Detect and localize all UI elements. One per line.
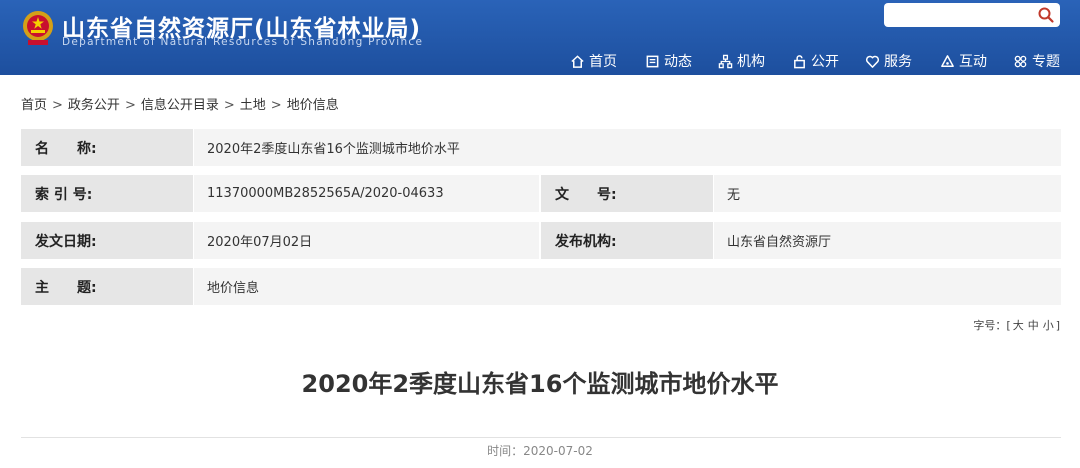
breadcrumb-home[interactable]: 首页: [21, 98, 47, 113]
breadcrumb-land[interactable]: 土地: [240, 98, 266, 113]
organization-icon: [718, 54, 733, 68]
font-size-switcher: 字号：[大中小]: [973, 317, 1060, 333]
name-value: 2020年2季度山东省16个监测城市地价水平: [194, 129, 1061, 166]
search-icon[interactable]: [1037, 6, 1055, 24]
nav-label: 动态: [664, 54, 692, 70]
nav-item-news[interactable]: 动态: [645, 50, 692, 72]
font-size-large[interactable]: 大: [1013, 319, 1024, 332]
nav-label: 专题: [1032, 54, 1060, 70]
topic-label: 主 题:: [21, 268, 193, 305]
site-subtitle: Department of Natural Resources of Shand…: [62, 36, 424, 48]
breadcrumb-separator: >: [270, 98, 282, 113]
national-emblem-icon: [23, 11, 53, 45]
breadcrumb-separator: >: [223, 98, 235, 113]
publish-time: 时间：2020-07-02: [0, 442, 1080, 459]
breadcrumb-gov-affairs[interactable]: 政务公开: [68, 98, 120, 113]
search-box: [884, 3, 1060, 27]
site-header: 山东省自然资源厅(山东省林业局) Department of Natural R…: [0, 0, 1080, 75]
main-nav: 首页 动态 机构 公开 服务 互动 专题: [0, 50, 1080, 72]
breadcrumb-catalog[interactable]: 信息公开目录: [141, 98, 219, 113]
info-row-date: 发文日期: 2020年07月02日 发布机构: 山东省自然资源厅: [21, 222, 1061, 259]
interaction-icon: [941, 54, 954, 67]
nav-item-organization[interactable]: 机构: [718, 50, 765, 72]
info-row-index: 索 引 号: 11370000MB2852565A/2020-04633 文 号…: [21, 175, 1061, 212]
search-input[interactable]: [892, 6, 1036, 26]
article-title: 2020年2季度山东省16个监测城市地价水平: [301, 370, 779, 398]
nav-item-home[interactable]: 首页: [570, 50, 617, 72]
docno-label: 文 号:: [541, 175, 713, 212]
index-value: 11370000MB2852565A/2020-04633: [194, 175, 539, 212]
font-size-medium[interactable]: 中: [1028, 319, 1039, 332]
date-label: 发文日期:: [21, 222, 193, 259]
heart-icon: [865, 55, 880, 68]
publish-time-value: 2020-07-02: [523, 444, 593, 458]
divider: [21, 437, 1061, 438]
news-icon: [646, 55, 659, 67]
name-label: 名 称:: [21, 129, 193, 166]
nav-label: 机构: [737, 54, 765, 70]
nav-item-topics[interactable]: 专题: [1013, 50, 1060, 72]
nav-item-services[interactable]: 服务: [865, 50, 912, 72]
home-icon: [571, 54, 584, 68]
docno-value: 无: [714, 175, 1061, 212]
nav-item-public[interactable]: 公开: [792, 50, 839, 72]
date-value: 2020年07月02日: [194, 222, 539, 259]
nav-label: 服务: [884, 54, 912, 70]
breadcrumb-land-price[interactable]: 地价信息: [287, 98, 339, 113]
nav-label: 首页: [589, 54, 617, 70]
org-value: 山东省自然资源厅: [714, 222, 1061, 259]
info-row-topic: 主 题: 地价信息: [21, 268, 1061, 305]
font-size-label: 字号：[: [973, 319, 1011, 332]
font-size-small[interactable]: 小: [1043, 319, 1054, 332]
breadcrumb: 首页 > 政务公开 > 信息公开目录 > 土地 > 地价信息: [21, 94, 339, 113]
font-size-close: ]: [1055, 319, 1060, 332]
nav-label: 互动: [959, 54, 987, 70]
lock-icon: [794, 54, 805, 68]
breadcrumb-separator: >: [52, 98, 63, 113]
nav-label: 公开: [811, 54, 839, 70]
nav-item-interaction[interactable]: 互动: [940, 50, 987, 72]
topics-icon: [1014, 55, 1027, 67]
breadcrumb-separator: >: [124, 98, 136, 113]
index-label: 索 引 号:: [21, 175, 193, 212]
info-row-name: 名 称: 2020年2季度山东省16个监测城市地价水平: [21, 129, 1061, 166]
org-label: 发布机构:: [541, 222, 713, 259]
topic-value: 地价信息: [194, 268, 1061, 305]
publish-time-label: 时间：: [487, 444, 524, 458]
